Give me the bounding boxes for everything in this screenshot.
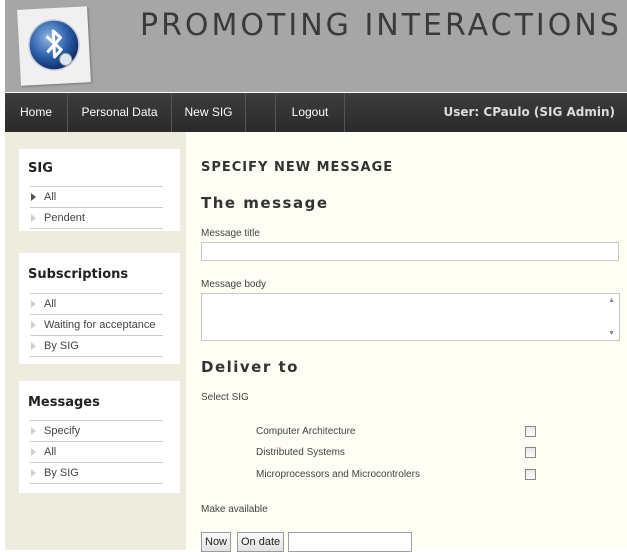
- header: PROMOTING INTERACTIONS: [5, 0, 627, 92]
- message-body-textarea[interactable]: ▲ ▼: [201, 293, 620, 341]
- sidebar-item-label: Specify: [44, 425, 81, 437]
- page-title: SPECIFY NEW MESSAGE: [201, 160, 394, 175]
- sig-checkbox[interactable]: [525, 426, 536, 437]
- nav-personal-data[interactable]: Personal Data: [68, 93, 171, 132]
- sig-checkbox[interactable]: [525, 447, 536, 458]
- section-title-deliver: Deliver to: [201, 358, 299, 376]
- arrow-right-icon: [31, 469, 36, 477]
- arrow-right-icon: [31, 342, 36, 350]
- scroll-up-icon[interactable]: ▲: [608, 297, 615, 304]
- sidebar-subscriptions-box: Subscriptions All Waiting for acceptance…: [19, 253, 180, 364]
- arrow-right-icon: [31, 193, 36, 201]
- sidebar-item-label: By SIG: [44, 467, 79, 479]
- sidebar-item-sig-all[interactable]: All: [30, 186, 163, 207]
- logo[interactable]: [17, 6, 91, 86]
- arrow-right-icon: [31, 300, 36, 308]
- sidebar-messages-title: Messages: [28, 395, 100, 410]
- sidebar-item-messages-by-sig[interactable]: By SIG: [30, 462, 163, 483]
- nav-new-sig[interactable]: New SIG: [172, 93, 245, 132]
- sidebar-messages-box: Messages Specify All By SIG: [19, 381, 180, 493]
- divider: [30, 228, 163, 229]
- current-user: User: CPaulo (SIG Admin): [443, 105, 615, 119]
- sidebar-item-messages-specify[interactable]: Specify: [30, 420, 163, 441]
- sidebar-item-waiting-acceptance[interactable]: Waiting for acceptance: [30, 314, 163, 335]
- sig-option-label: Distributed Systems: [256, 447, 345, 458]
- arrow-right-icon: [31, 427, 36, 435]
- sidebar-item-subscriptions-by-sig[interactable]: By SIG: [30, 335, 163, 356]
- message-title-label: Message title: [201, 228, 260, 239]
- sidebar-item-label: By SIG: [44, 340, 79, 352]
- sidebar-item-messages-all[interactable]: All: [30, 441, 163, 462]
- sidebar-item-label: Waiting for acceptance: [44, 319, 156, 331]
- sidebar-item-label: All: [44, 446, 57, 458]
- make-available-label: Make available: [201, 504, 268, 515]
- on-date-button[interactable]: On date: [237, 532, 285, 552]
- arrow-right-icon: [31, 214, 36, 222]
- arrow-right-icon: [31, 448, 36, 456]
- sidebar-subscriptions-title: Subscriptions: [28, 267, 129, 282]
- sidebar-item-label: All: [44, 298, 57, 310]
- select-sig-label: Select SIG: [201, 392, 249, 403]
- message-title-input[interactable]: [201, 242, 619, 261]
- sig-option-label: Computer Architecture: [256, 426, 356, 437]
- sidebar-item-label: Pendent: [44, 212, 85, 224]
- sidebar-item-label: All: [44, 191, 57, 203]
- main-nav: Home Personal Data New SIG Logout User: …: [5, 93, 627, 132]
- date-input[interactable]: [288, 532, 412, 552]
- scroll-down-icon[interactable]: ▼: [608, 330, 615, 337]
- nav-logout[interactable]: Logout: [276, 93, 344, 132]
- sidebar-item-subscriptions-all[interactable]: All: [30, 293, 163, 314]
- main-content: SPECIFY NEW MESSAGE The message Message …: [186, 132, 627, 552]
- nav-divider: [344, 93, 345, 132]
- divider: [30, 483, 163, 484]
- sig-option-row: Microprocessors and Microcontrolers: [256, 469, 606, 483]
- now-button[interactable]: Now: [201, 532, 232, 552]
- message-body-label: Message body: [201, 279, 267, 290]
- site-title: PROMOTING INTERACTIONS: [140, 8, 622, 43]
- sidebar-item-sig-pendent[interactable]: Pendent: [30, 207, 163, 228]
- nav-divider: [245, 93, 246, 132]
- sig-option-label: Microprocessors and Microcontrolers: [256, 469, 420, 480]
- sidebar: SIG All Pendent Subscriptions All Waitin…: [5, 132, 186, 550]
- divider: [30, 356, 163, 357]
- nav-home[interactable]: Home: [5, 93, 67, 132]
- sig-checkbox[interactable]: [525, 469, 536, 480]
- sig-option-row: Distributed Systems: [256, 447, 606, 461]
- bluetooth-logo-icon: [28, 19, 80, 71]
- sidebar-sig-title: SIG: [28, 161, 53, 176]
- arrow-right-icon: [31, 321, 36, 329]
- sig-option-row: Computer Architecture: [256, 426, 606, 440]
- sidebar-sig-box: SIG All Pendent: [19, 149, 180, 231]
- section-title-message: The message: [201, 194, 329, 212]
